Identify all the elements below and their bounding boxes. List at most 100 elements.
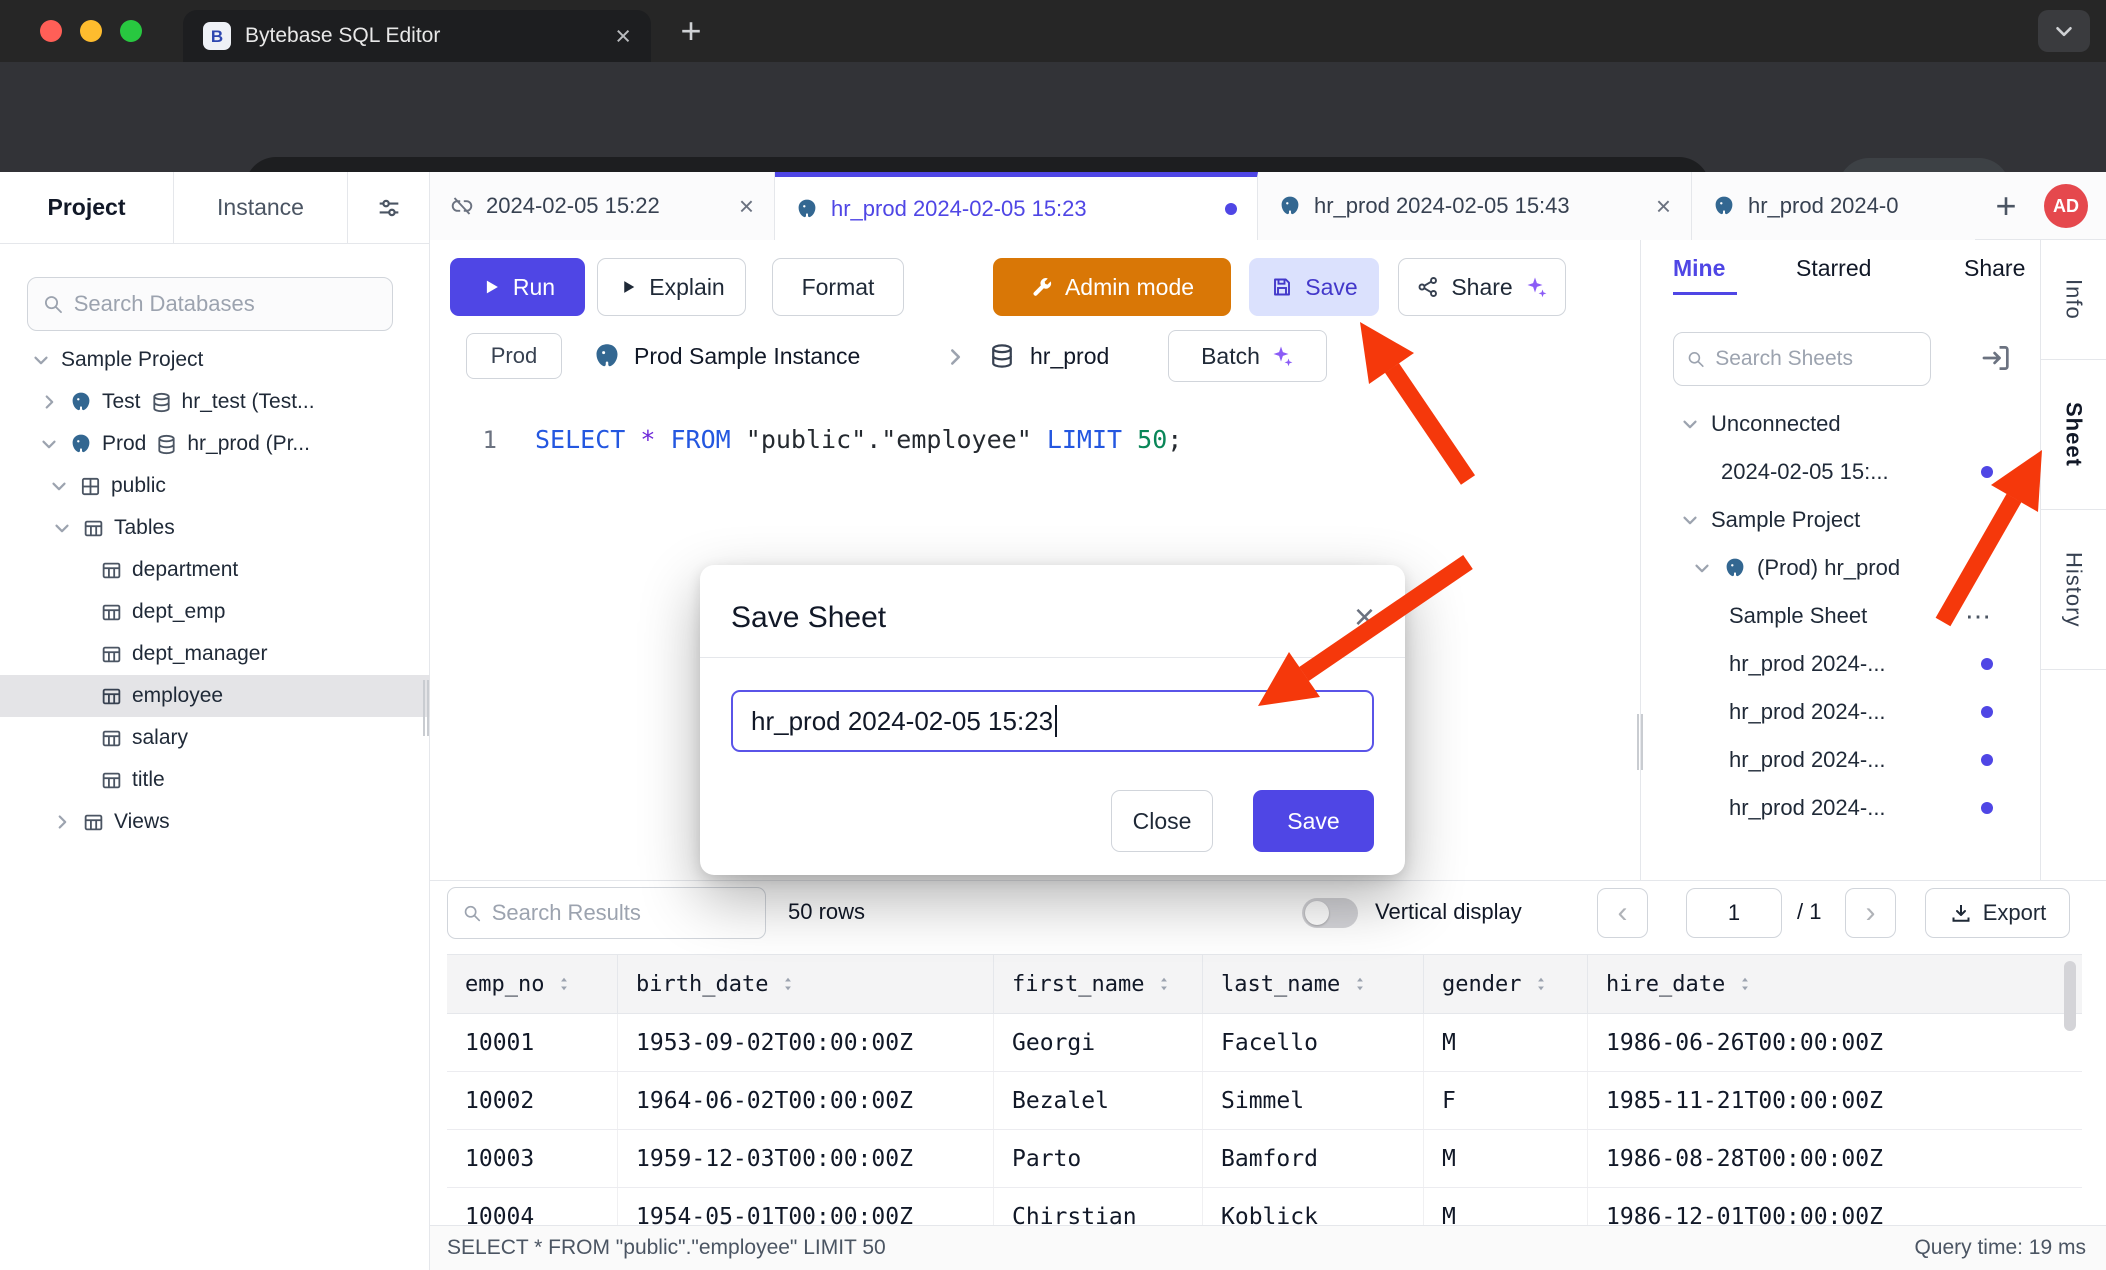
chevron-down-icon[interactable] <box>1679 509 1701 531</box>
chevron-down-icon[interactable] <box>51 517 73 539</box>
sheet-tab-3[interactable]: hr_prod 2024-0 <box>1692 172 1975 240</box>
column-header[interactable]: last_name <box>1203 955 1424 1013</box>
window-minimize-button[interactable] <box>80 20 102 42</box>
tree-item-table-selected[interactable]: employee <box>0 675 430 717</box>
strip-tab-sheet[interactable]: Sheet <box>2041 360 2106 510</box>
sort-icon[interactable] <box>1350 974 1370 994</box>
share-button[interactable]: Share <box>1398 258 1566 316</box>
sort-icon[interactable] <box>554 974 574 994</box>
tree-item-table[interactable]: salary <box>0 717 430 759</box>
sheets-tab-starred[interactable]: Starred <box>1796 255 1871 282</box>
table-row[interactable]: 10004 1954-05-01T00:00:00Z Chirstian Kob… <box>447 1188 2082 1225</box>
page-input[interactable] <box>1694 900 1774 926</box>
tab-project[interactable]: Project <box>0 172 174 243</box>
tree-item-views[interactable]: Views <box>0 801 430 843</box>
table-row[interactable]: 10003 1959-12-03T00:00:00Z Parto Bamford… <box>447 1130 2082 1188</box>
database-search-input[interactable] <box>74 291 378 317</box>
browser-tab-close-icon[interactable]: × <box>615 23 631 50</box>
export-button[interactable]: Export <box>1925 888 2070 938</box>
close-tab-icon[interactable]: × <box>739 193 754 219</box>
column-header[interactable]: hire_date <box>1588 955 2082 1013</box>
user-avatar[interactable]: AD <box>2044 184 2088 228</box>
sheet-group-database[interactable]: (Prod) hr_prod <box>1641 544 2041 592</box>
sql-code-line[interactable]: SELECT * FROM "public"."employee" LIMIT … <box>535 418 1182 462</box>
strip-tab-info[interactable]: Info <box>2041 240 2106 360</box>
sheet-tab-0[interactable]: 2024-02-05 15:22 × <box>430 172 775 240</box>
strip-tab-history[interactable]: History <box>2041 510 2106 670</box>
sheets-tab-share[interactable]: Share <box>1964 255 2025 282</box>
prev-page-button[interactable]: ‹ <box>1597 888 1648 938</box>
tab-instance[interactable]: Instance <box>174 172 348 243</box>
column-header[interactable]: first_name <box>994 955 1203 1013</box>
refresh-icon[interactable] <box>1366 338 1404 376</box>
tree-item-test-db[interactable]: Test hr_test (Test... <box>0 381 430 423</box>
new-tab-button[interactable]: + <box>668 8 714 54</box>
sort-icon[interactable] <box>1735 974 1755 994</box>
environment-chip[interactable]: Prod <box>466 333 562 379</box>
tree-item-tables[interactable]: Tables <box>0 507 430 549</box>
sheet-item[interactable]: hr_prod 2024-... <box>1641 688 2041 736</box>
chevron-down-icon[interactable] <box>30 349 52 371</box>
sheet-group-unconnected[interactable]: Unconnected <box>1641 400 2041 448</box>
column-header[interactable]: gender <box>1424 955 1588 1013</box>
chevron-down-icon[interactable] <box>1691 557 1713 579</box>
sidebar-filter-button[interactable] <box>348 172 429 243</box>
sheet-menu-icon[interactable]: ⋯ <box>1965 601 1993 632</box>
tab-list-button[interactable] <box>2038 10 2090 52</box>
run-button[interactable]: Run <box>450 258 585 316</box>
chevron-down-icon[interactable] <box>38 433 60 455</box>
dialog-close-button[interactable]: Close <box>1111 790 1213 852</box>
sheet-item[interactable]: Sample Sheet ⋯ <box>1641 592 2041 640</box>
column-header[interactable]: birth_date <box>618 955 994 1013</box>
sheet-name-input[interactable]: hr_prod 2024-02-05 15:23 <box>731 690 1374 752</box>
table-row[interactable]: 10001 1953-09-02T00:00:00Z Georgi Facell… <box>447 1014 2082 1072</box>
tree-item-table[interactable]: dept_emp <box>0 591 430 633</box>
results-search-input[interactable] <box>492 900 751 926</box>
chevron-right-icon[interactable] <box>51 811 73 833</box>
sheet-item[interactable]: 2024-02-05 15:... <box>1641 448 2041 496</box>
explain-button[interactable]: Explain <box>597 258 746 316</box>
vertical-display-toggle[interactable] <box>1302 898 1358 928</box>
dialog-close-icon[interactable]: × <box>1354 599 1375 635</box>
dialog-save-button[interactable]: Save <box>1253 790 1374 852</box>
sidebar-resize-handle[interactable] <box>423 680 429 736</box>
browser-tab[interactable]: B Bytebase SQL Editor × <box>183 10 651 62</box>
tree-item-table[interactable]: department <box>0 549 430 591</box>
sheet-item[interactable]: hr_prod 2024-... <box>1641 640 2041 688</box>
window-zoom-button[interactable] <box>120 20 142 42</box>
sheet-tab-2[interactable]: hr_prod 2024-02-05 15:43 × <box>1258 172 1692 240</box>
chevron-right-icon[interactable] <box>38 391 60 413</box>
save-button[interactable]: Save <box>1249 258 1379 316</box>
window-close-button[interactable] <box>40 20 62 42</box>
breadcrumb-instance[interactable]: Prod Sample Instance <box>634 343 860 370</box>
results-search <box>447 887 766 939</box>
admin-mode-button[interactable]: Admin mode <box>993 258 1231 316</box>
tree-item-project[interactable]: Sample Project <box>0 339 430 381</box>
sheet-item[interactable]: hr_prod 2024-... <box>1641 736 2041 784</box>
collapse-panel-icon[interactable] <box>1979 341 2013 375</box>
column-header[interactable]: emp_no <box>447 955 618 1013</box>
tree-item-prod-db[interactable]: Prod hr_prod (Pr... <box>0 423 430 465</box>
results-scrollbar[interactable] <box>2064 961 2076 1031</box>
new-sheet-tab-button[interactable]: + <box>1982 182 2030 230</box>
chevron-down-icon[interactable] <box>1679 413 1701 435</box>
format-button[interactable]: Format <box>772 258 904 316</box>
sheet-item[interactable]: hr_prod 2024-... <box>1641 784 2041 832</box>
breadcrumb-database[interactable]: hr_prod <box>1030 343 1109 370</box>
tree-item-table[interactable]: dept_manager <box>0 633 430 675</box>
sheets-tab-mine[interactable]: Mine <box>1673 255 1725 282</box>
sort-icon[interactable] <box>1154 974 1174 994</box>
tree-item-schema-public[interactable]: public <box>0 465 430 507</box>
sort-icon[interactable] <box>778 974 798 994</box>
sheet-group-project[interactable]: Sample Project <box>1641 496 2041 544</box>
close-tab-icon[interactable]: × <box>1656 193 1671 219</box>
next-page-button[interactable]: › <box>1845 888 1896 938</box>
panel-resize-handle[interactable] <box>1637 714 1643 770</box>
chevron-down-icon[interactable] <box>48 475 70 497</box>
table-row[interactable]: 10002 1964-06-02T00:00:00Z Bezalel Simme… <box>447 1072 2082 1130</box>
batch-button[interactable]: Batch <box>1168 330 1327 382</box>
tree-item-table[interactable]: title <box>0 759 430 801</box>
sheet-search-input[interactable] <box>1715 347 1918 371</box>
sheet-tab-1-active[interactable]: hr_prod 2024-02-05 15:23 <box>775 172 1258 240</box>
sort-icon[interactable] <box>1531 974 1551 994</box>
